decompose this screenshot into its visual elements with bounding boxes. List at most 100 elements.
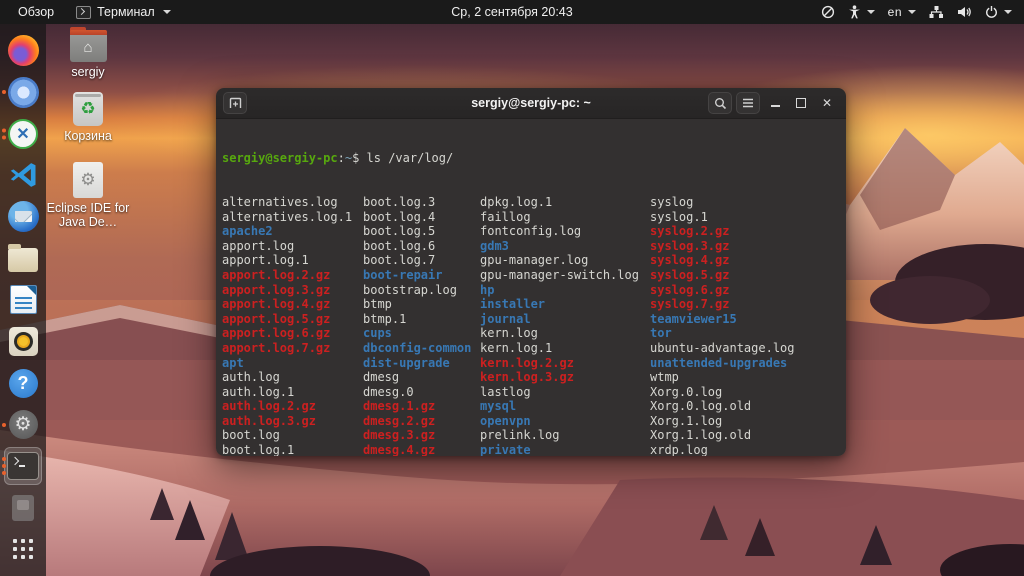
libreoffice-writer-icon bbox=[10, 285, 37, 314]
file-entry: syslog.6.gz bbox=[650, 283, 840, 298]
file-entry: gpu-manager-switch.log bbox=[480, 268, 650, 283]
app-grid-icon bbox=[13, 539, 33, 559]
file-entry: kern.log.2.gz bbox=[480, 356, 650, 371]
remote-app-icon: ✕ bbox=[8, 119, 38, 149]
desktop-icon-label: Корзина bbox=[64, 129, 112, 143]
chevron-down-icon bbox=[163, 10, 171, 14]
dock-item-terminal[interactable] bbox=[0, 445, 46, 487]
file-entry: syslog.1 bbox=[650, 210, 840, 225]
file-entry: gdm3 bbox=[480, 239, 650, 254]
file-entry: Xorg.0.log bbox=[650, 385, 840, 400]
home-folder-icon: ⌂ bbox=[70, 32, 107, 62]
file-entry: dist-upgrade bbox=[363, 356, 480, 371]
file-entry: tor bbox=[650, 326, 840, 341]
file-entry: unattended-upgrades bbox=[650, 356, 840, 371]
file-entry: apport.log.1 bbox=[222, 253, 363, 268]
app-grid-button[interactable] bbox=[0, 528, 46, 570]
dock-item-libreoffice-writer[interactable] bbox=[0, 279, 46, 321]
close-button[interactable]: ✕ bbox=[816, 92, 838, 114]
file-entry: prelink.log bbox=[480, 428, 650, 443]
file-entry: bootstrap.log bbox=[363, 283, 480, 298]
dock-item-files[interactable] bbox=[0, 238, 46, 280]
file-entry: dmesg bbox=[363, 370, 480, 385]
file-entry: boot.log.4 bbox=[363, 210, 480, 225]
usb-drive-icon bbox=[12, 495, 34, 521]
window-indicator-dots bbox=[2, 423, 6, 427]
desktop-icon-label: sergiy bbox=[71, 65, 104, 79]
file-entry: kern.log bbox=[480, 326, 650, 341]
file-entry: btmp bbox=[363, 297, 480, 312]
menu-button[interactable] bbox=[736, 92, 760, 114]
file-entry: btmp.1 bbox=[363, 312, 480, 327]
file-entry: ubuntu-advantage.log bbox=[650, 341, 840, 356]
power-menu[interactable] bbox=[985, 5, 1012, 19]
dock-item-vscode[interactable] bbox=[0, 155, 46, 197]
file-entry: Xorg.1.log.old bbox=[650, 428, 840, 443]
file-entry: apport.log.7.gz bbox=[222, 341, 363, 356]
file-entry: syslog.4.gz bbox=[650, 253, 840, 268]
file-entry: syslog.2.gz bbox=[650, 224, 840, 239]
file-entry: apache2 bbox=[222, 224, 363, 239]
terminal-headerbar[interactable]: sergiy@sergiy-pc: ~ ✕ bbox=[216, 88, 846, 119]
desktop-icon-trash[interactable]: ♻ Корзина bbox=[40, 92, 136, 143]
chevron-down-icon bbox=[908, 10, 916, 14]
file-entry: wtmp bbox=[650, 370, 840, 385]
chromium-icon bbox=[8, 77, 39, 108]
trash-icon: ♻ bbox=[73, 92, 103, 126]
typed-command: ls /var/log/ bbox=[367, 151, 454, 165]
file-entry: lastlog bbox=[480, 385, 650, 400]
volume-icon[interactable] bbox=[957, 5, 972, 19]
file-entry: boot.log.1 bbox=[222, 443, 363, 456]
keyboard-layout-menu[interactable]: en bbox=[888, 5, 916, 19]
file-entry: gpu-manager.log bbox=[480, 253, 650, 268]
dock-item-help[interactable]: ? bbox=[0, 362, 46, 404]
file-entry: boot.log bbox=[222, 428, 363, 443]
accessibility-menu[interactable] bbox=[848, 5, 875, 19]
file-entry: boot.log.5 bbox=[363, 224, 480, 239]
rhythmbox-icon bbox=[9, 327, 38, 356]
dock-item-thunderbird[interactable] bbox=[0, 196, 46, 238]
app-menu-terminal[interactable]: Терминал bbox=[68, 5, 179, 19]
window-indicator-dots bbox=[2, 457, 6, 475]
file-entry: syslog.5.gz bbox=[650, 268, 840, 283]
file-entry: faillog bbox=[480, 210, 650, 225]
dock-item-firefox[interactable] bbox=[0, 30, 46, 72]
dock-item-settings[interactable]: ⚙ bbox=[0, 404, 46, 446]
file-entry: kern.log.1 bbox=[480, 341, 650, 356]
file-entry: journal bbox=[480, 312, 650, 327]
file-entry: private bbox=[480, 443, 650, 456]
file-entry: syslog.3.gz bbox=[650, 239, 840, 254]
file-entry: kern.log.3.gz bbox=[480, 370, 650, 385]
file-entry: auth.log bbox=[222, 370, 363, 385]
do-not-disturb-icon[interactable] bbox=[821, 5, 835, 19]
file-entry: dmesg.3.gz bbox=[363, 428, 480, 443]
file-entry: auth.log.1 bbox=[222, 385, 363, 400]
new-tab-button[interactable] bbox=[223, 92, 247, 114]
terminal-window: sergiy@sergiy-pc: ~ ✕ sergiy@sergiy-pc:~… bbox=[216, 88, 846, 456]
search-button[interactable] bbox=[708, 92, 732, 114]
minimize-button[interactable] bbox=[764, 92, 786, 114]
desktop-icon-label: Eclipse IDE for Java De… bbox=[42, 201, 134, 230]
file-entry: apport.log.5.gz bbox=[222, 312, 363, 327]
dock: ✕ ? ⚙ bbox=[0, 24, 46, 576]
activities-button[interactable]: Обзор bbox=[10, 5, 62, 19]
dock-item-chromium[interactable] bbox=[0, 72, 46, 114]
dock-item-remote-app[interactable]: ✕ bbox=[0, 113, 46, 155]
desktop-icon-home-sergiy[interactable]: ⌂ sergiy bbox=[40, 28, 136, 79]
dock-item-rhythmbox[interactable] bbox=[0, 321, 46, 363]
file-entry: apport.log.3.gz bbox=[222, 283, 363, 298]
top-bar: Обзор Терминал Ср, 2 сентября 20:43 en bbox=[0, 0, 1024, 24]
window-indicator-dots bbox=[2, 128, 6, 139]
file-entry: boot.log.3 bbox=[363, 195, 480, 210]
chevron-down-icon bbox=[867, 10, 875, 14]
terminal-app-icon bbox=[76, 6, 91, 19]
dock-item-usb-drive[interactable] bbox=[0, 487, 46, 529]
command-line: sergiy@sergiy-pc:~$ ls /var/log/ bbox=[222, 151, 840, 166]
desktop-icon-eclipse[interactable]: ⚙ Eclipse IDE for Java De… bbox=[40, 162, 136, 230]
network-wired-icon[interactable] bbox=[929, 5, 944, 19]
maximize-button[interactable] bbox=[790, 92, 812, 114]
file-entry: boot.log.6 bbox=[363, 239, 480, 254]
file-entry: hp bbox=[480, 283, 650, 298]
terminal-content[interactable]: sergiy@sergiy-pc:~$ ls /var/log/ alterna… bbox=[216, 119, 846, 456]
file-entry: alternatives.log bbox=[222, 195, 363, 210]
